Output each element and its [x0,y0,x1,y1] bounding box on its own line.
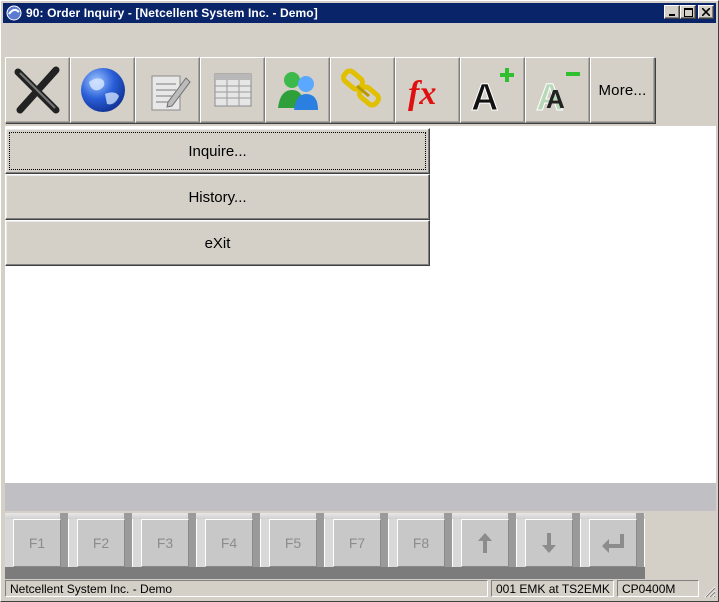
window-controls [664,5,714,19]
f5-key-button[interactable]: F5 [261,513,325,579]
history-label: History... [188,188,247,206]
font-smaller-tool-button[interactable]: A A [525,57,590,123]
function-tool-button[interactable]: fx [395,57,460,123]
svg-text:A: A [471,77,498,116]
maximize-icon [683,7,693,17]
window-title: 90: Order Inquiry - [Netcellent System I… [26,6,318,20]
inquire-label: Inquire... [188,142,247,160]
minimize-icon [669,14,675,16]
font-larger-tool-button[interactable]: A [460,57,525,123]
web-tool-button[interactable] [70,57,135,123]
minimize-button[interactable] [664,5,680,19]
globe-icon [80,68,125,112]
toolbar: fx A A A More... [5,57,655,123]
f8-label: F8 [397,519,445,567]
exit-button[interactable]: eXit [5,220,430,266]
f7-label: F7 [333,519,381,567]
link-tool-button[interactable] [330,57,395,123]
f4-key-button[interactable]: F4 [197,513,261,579]
close-button[interactable] [698,5,714,19]
f1-label: F1 [13,519,61,567]
f3-label: F3 [141,519,189,567]
application-window: 90: Order Inquiry - [Netcellent System I… [0,0,719,602]
close-x-icon [14,66,59,114]
exit-label: eXit [204,234,231,252]
f7-key-button[interactable]: F7 [325,513,389,579]
notepad-pencil-icon [151,75,191,111]
users-tool-button[interactable] [265,57,330,123]
inquire-button[interactable]: Inquire... [5,128,430,174]
title-bar: 90: Order Inquiry - [Netcellent System I… [3,3,716,23]
arrow-down-key-button[interactable] [517,513,581,579]
main-content: Inquire... History... eXit [5,126,716,483]
history-button[interactable]: History... [5,174,430,220]
edit-tool-button[interactable] [135,57,200,123]
status-company: Netcellent System Inc. - Demo [5,580,488,597]
fx-icon: fx [408,75,436,112]
more-tool-button[interactable]: More... [590,57,655,123]
resize-grip-icon[interactable] [702,584,716,598]
f1-key-button[interactable]: F1 [5,513,69,579]
svg-text:fx: fx [408,75,436,112]
separator-strip [5,483,716,511]
function-key-bar: F1 F2 F3 F4 F5 F7 F8 [5,513,645,579]
status-bar: Netcellent System Inc. - Demo 001 EMK at… [5,580,716,598]
status-program: CP0400M [617,580,699,597]
exit-tool-button[interactable] [5,57,70,123]
more-label: More... [598,81,647,99]
spreadsheet-icon [214,73,251,107]
f3-key-button[interactable]: F3 [133,513,197,579]
enter-key-button[interactable] [581,513,645,579]
users-icon [277,72,318,110]
maximize-button[interactable] [680,5,696,19]
font-decrease-icon: A A [535,72,580,116]
chain-link-icon [340,68,381,108]
arrow-down-icon [542,533,556,553]
f4-label: F4 [205,519,253,567]
f2-key-button[interactable]: F2 [69,513,133,579]
f2-label: F2 [77,519,125,567]
font-increase-icon: A [470,68,514,116]
arrow-up-icon [478,533,492,553]
arrow-up-key-button[interactable] [453,513,517,579]
app-icon [6,5,22,21]
svg-text:A: A [546,84,565,114]
status-user: 001 EMK at TS2EMK [491,580,614,597]
grid-tool-button[interactable] [200,57,265,123]
f8-key-button[interactable]: F8 [389,513,453,579]
close-icon [702,8,710,16]
enter-icon [602,534,624,553]
f5-label: F5 [269,519,317,567]
